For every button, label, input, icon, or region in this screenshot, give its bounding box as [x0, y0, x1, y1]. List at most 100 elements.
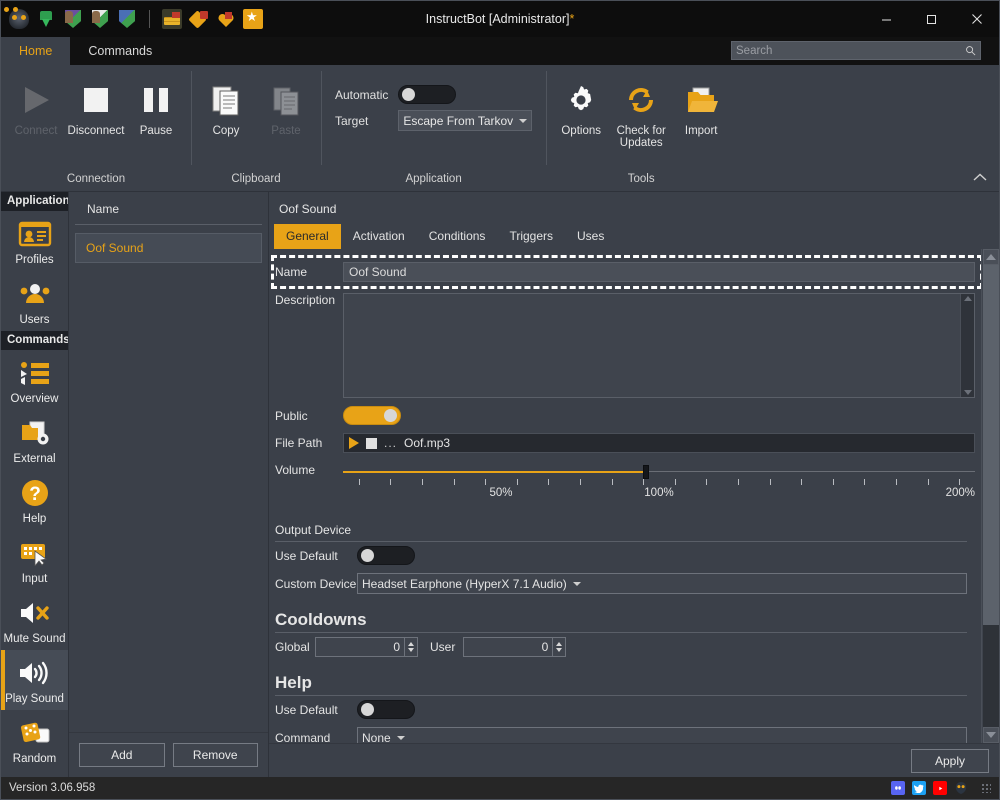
search-input[interactable] — [736, 44, 965, 57]
apply-button[interactable]: Apply — [911, 748, 989, 773]
sidebar-item-play-sound[interactable]: Play Sound — [1, 650, 68, 710]
profile-shield-icon[interactable] — [63, 9, 83, 29]
tab-activation[interactable]: Activation — [341, 224, 417, 249]
description-textarea[interactable] — [344, 294, 960, 397]
sidebar-item-users[interactable]: Users — [1, 271, 68, 331]
name-input[interactable] — [343, 262, 975, 282]
sidebar-item-mute-sound[interactable]: Mute Sound — [1, 590, 68, 650]
add-button[interactable]: Add — [79, 743, 165, 767]
tab-triggers[interactable]: Triggers — [497, 224, 565, 249]
sidebar-item-external[interactable]: External — [1, 410, 68, 470]
twitter-icon[interactable] — [912, 781, 926, 795]
window-controls — [864, 1, 999, 37]
scrollbar-thumb[interactable] — [982, 265, 999, 626]
ribbon-tab-commands[interactable]: Commands — [70, 37, 170, 65]
custom-device-dropdown[interactable]: Headset Earphone (HyperX 7.1 Audio) — [357, 573, 967, 594]
spin-down-icon[interactable] — [556, 648, 563, 652]
detail-scrollbar[interactable] — [981, 249, 999, 743]
discord-icon[interactable] — [891, 781, 905, 795]
help-use-default-label: Use Default — [275, 702, 338, 717]
tag-icon[interactable] — [189, 9, 209, 29]
volume-thumb[interactable] — [643, 465, 650, 479]
volume-slider[interactable]: 50% 100% 200% — [343, 463, 975, 507]
sidebar-item-profiles[interactable]: Profiles — [1, 211, 68, 271]
spin-up-icon[interactable] — [408, 642, 414, 646]
stop-preview-icon[interactable] — [366, 437, 377, 449]
youtube-icon[interactable] — [933, 781, 947, 795]
browse-button[interactable]: ... — [384, 436, 397, 450]
window-title-modified: * — [569, 12, 575, 26]
filepath-field[interactable]: ... Oof.mp3 — [343, 433, 975, 453]
public-row: Public — [275, 402, 975, 429]
scroll-up-button[interactable] — [982, 249, 999, 265]
volume-tick — [801, 479, 803, 485]
target-dropdown[interactable]: Escape From Tarkov — [398, 110, 533, 131]
sidebar-item-overview[interactable]: Overview — [1, 350, 68, 410]
gold-stack-icon[interactable] — [162, 9, 182, 29]
close-button[interactable] — [954, 1, 999, 37]
scroll-up-icon[interactable] — [963, 296, 972, 301]
user-cooldown-spin-buttons[interactable] — [553, 637, 567, 657]
chevron-down-icon — [396, 735, 405, 740]
maximize-button[interactable] — [909, 1, 954, 37]
play-icon — [19, 79, 53, 121]
help-use-default-toggle[interactable] — [357, 700, 415, 719]
copy-button[interactable]: Copy — [197, 73, 255, 137]
star-icon[interactable] — [243, 9, 263, 29]
ribbon-group-label-clipboard: Clipboard — [231, 173, 281, 185]
options-button[interactable]: Options — [552, 73, 610, 137]
help-command-dropdown[interactable]: None — [357, 727, 967, 743]
copy-label: Copy — [212, 125, 240, 137]
refresh-icon — [624, 79, 658, 121]
paste-button[interactable]: Paste — [257, 73, 315, 137]
play-preview-icon[interactable] — [349, 437, 359, 449]
global-cooldown-input[interactable] — [315, 637, 405, 657]
connect-button[interactable]: Connect — [7, 73, 65, 137]
users-shield-icon[interactable] — [90, 9, 110, 29]
user-cooldown-input[interactable] — [463, 637, 554, 657]
output-use-default-toggle[interactable] — [357, 546, 415, 565]
volume-tick — [643, 479, 645, 485]
user-cooldown-stepper[interactable] — [463, 637, 567, 657]
global-cooldown-stepper[interactable] — [315, 637, 418, 657]
disconnect-button[interactable]: Disconnect — [67, 73, 125, 137]
commands-shield-icon[interactable] — [117, 9, 137, 29]
description-box[interactable] — [343, 293, 975, 398]
pause-button[interactable]: Pause — [127, 73, 185, 137]
spin-up-icon[interactable] — [556, 642, 563, 646]
check-for-updates-button[interactable]: Check for Updates — [612, 73, 670, 149]
sidebar-item-random[interactable]: Random — [1, 710, 68, 770]
automatic-toggle[interactable] — [398, 85, 457, 104]
volume-ticks — [343, 479, 975, 486]
page-title: Oof Sound — [279, 202, 337, 216]
spin-down-icon[interactable] — [408, 648, 414, 652]
volume-tick — [611, 479, 613, 485]
global-cooldown-spin-buttons[interactable] — [405, 637, 418, 657]
collapse-ribbon-button[interactable] — [973, 173, 987, 185]
scroll-down-icon[interactable] — [963, 390, 972, 395]
search-box[interactable] — [731, 41, 981, 60]
list-item[interactable]: Oof Sound — [75, 233, 262, 263]
scroll-down-button[interactable] — [982, 727, 999, 743]
scrollbar-track[interactable] — [982, 265, 999, 727]
remove-button[interactable]: Remove — [172, 743, 258, 767]
public-toggle[interactable] — [343, 406, 401, 425]
gear-icon — [564, 79, 598, 121]
quick-access-toolbar — [1, 9, 263, 29]
sidebar-item-swap-mouse-button[interactable]: Swap Mouse Button — [1, 770, 68, 777]
owl-logo-icon[interactable] — [9, 9, 29, 29]
tab-general[interactable]: General — [274, 224, 341, 249]
main-area: Applications Profiles — [1, 192, 999, 777]
tab-conditions[interactable]: Conditions — [417, 224, 498, 249]
owl-icon[interactable] — [954, 781, 968, 795]
resize-grip[interactable] — [981, 783, 991, 793]
sidebar-item-help[interactable]: ? Help — [1, 470, 68, 530]
plug-connect-icon[interactable] — [36, 9, 56, 29]
minimize-button[interactable] — [864, 1, 909, 37]
description-scrollbar[interactable] — [960, 294, 974, 397]
tab-uses[interactable]: Uses — [565, 224, 616, 249]
heart-icon[interactable] — [216, 9, 236, 29]
ribbon-tab-home[interactable]: Home — [1, 37, 71, 65]
sidebar-item-input[interactable]: Input — [1, 530, 68, 590]
import-button[interactable]: Import — [672, 73, 730, 137]
